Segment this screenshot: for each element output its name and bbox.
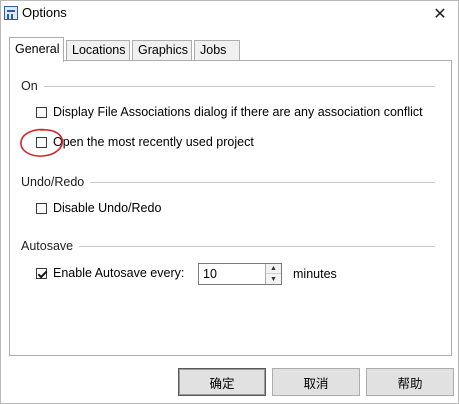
group-label-on: On [21,79,44,93]
title-bar: Options ✕ [1,1,458,29]
tab-jobs[interactable]: Jobs [194,40,240,61]
help-button[interactable]: 帮助 [366,368,454,396]
tab-locations[interactable]: Locations [66,40,130,61]
autosave-interval-spinner[interactable]: 10 ▲ ▼ [198,263,282,285]
disable-undo-redo-checkbox[interactable] [36,203,47,214]
open-recent-project-label: Open the most recently used project [53,135,254,149]
cancel-button[interactable]: 取消 [272,368,360,396]
arrow-up-icon: ▲ [270,265,277,272]
general-panel: On Display File Associations dialog if t… [9,60,452,356]
ok-button[interactable]: 确定 [178,368,266,396]
enable-autosave-checkbox[interactable] [36,268,47,279]
autosave-interval-value[interactable]: 10 [203,267,217,281]
tab-general[interactable]: General [9,37,64,62]
group-label-autosave: Autosave [21,239,80,253]
spin-up-button[interactable]: ▲ [265,264,281,274]
group-label-undo-redo: Undo/Redo [21,175,91,189]
app-icon [4,6,18,20]
arrow-down-icon: ▼ [270,275,277,283]
enable-autosave-label: Enable Autosave every: [53,266,185,280]
tab-graphics[interactable]: Graphics [132,40,192,61]
group-divider [22,86,435,87]
autosave-unit-label: minutes [293,267,337,281]
close-icon: ✕ [433,6,447,23]
display-file-associations-label: Display File Associations dialog if ther… [53,105,423,119]
options-dialog: Options ✕ General Locations Graphics Job… [0,0,459,404]
close-button[interactable]: ✕ [428,3,452,25]
open-recent-project-checkbox[interactable] [36,137,47,148]
group-divider [22,246,435,247]
disable-undo-redo-label: Disable Undo/Redo [53,201,162,215]
window-title: Options [22,5,67,20]
display-file-associations-checkbox[interactable] [36,107,47,118]
spin-down-button[interactable]: ▼ [265,274,281,284]
